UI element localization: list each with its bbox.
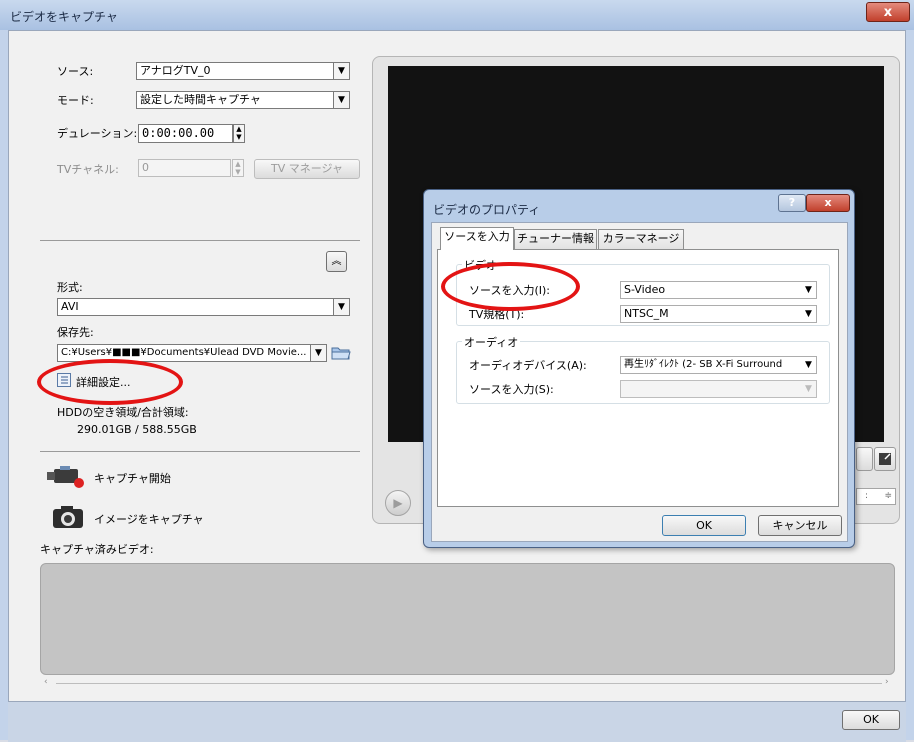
format-select[interactable]: AVI ▼ [57, 298, 350, 316]
dialog-ok-button[interactable]: OK [662, 515, 746, 536]
hdd-value: 290.01GB / 588.55GB [77, 423, 197, 436]
highlight-ellipse [37, 359, 183, 405]
chevron-down-icon: ▼ [801, 282, 816, 298]
ok-button[interactable]: OK [842, 710, 900, 730]
preview-button[interactable] [856, 447, 873, 471]
play-icon: ▶ [393, 496, 403, 510]
chevron-down-icon: ▼ [333, 299, 349, 315]
audio-device-select[interactable]: 再生ﾘﾀﾞｲﾚｸﾄ (2- SB X-Fi Surround ▼ [620, 356, 817, 374]
captured-video-panel[interactable] [40, 563, 895, 675]
timecode-stepper[interactable]: ≑ [884, 489, 892, 504]
audio-input-label: ソースを入力(S): [469, 383, 554, 396]
horizontal-scrollbar[interactable]: ‹ › [40, 677, 895, 690]
dialog-cancel-button[interactable]: キャンセル [758, 515, 842, 536]
highlight-ellipse [441, 262, 580, 311]
folder-icon[interactable] [331, 344, 351, 360]
tab-tuner-info[interactable]: チューナー情報 [514, 229, 597, 249]
save-to-label: 保存先: [57, 326, 94, 339]
tv-channel-label: TVチャネル: [57, 163, 119, 176]
format-label: 形式: [57, 281, 83, 294]
input-source-value: S-Video [624, 283, 666, 296]
window-border-left [0, 30, 8, 740]
audio-group-label: オーディオ [462, 334, 521, 350]
input-source-select[interactable]: S-Video ▼ [620, 281, 817, 299]
chevron-down-icon: ▼ [801, 306, 816, 322]
tab-input-source[interactable]: ソースを入力 [440, 227, 514, 250]
start-capture-button[interactable]: キャプチャ開始 [94, 470, 171, 486]
mode-value: 設定した時間キャプチャ [140, 93, 261, 106]
video-camera-icon[interactable] [46, 463, 86, 489]
chevron-down-icon: ▼ [310, 345, 326, 361]
tv-standard-select[interactable]: NTSC_M ▼ [620, 305, 817, 323]
duration-stepper[interactable]: ▲ ▼ [233, 124, 245, 143]
audio-input-select[interactable]: ▼ [620, 380, 817, 398]
chevron-down-icon: ▼ [333, 92, 349, 108]
tv-standard-value: NTSC_M [624, 307, 669, 320]
scroll-right-icon[interactable]: › [885, 677, 889, 687]
tv-channel-input[interactable]: 0 [138, 159, 231, 177]
chevron-down-icon: ▼ [801, 357, 816, 373]
title-bar[interactable] [0, 0, 914, 30]
dialog-close-button[interactable]: x [806, 194, 850, 212]
format-value: AVI [61, 300, 79, 313]
footer-bar [8, 702, 906, 742]
window-title: ビデオをキャプチャ [10, 10, 118, 24]
mode-label: モード: [57, 94, 94, 107]
audio-device-label: オーディオデバイス(A): [469, 359, 587, 372]
hdd-label: HDDの空き領域/合計領域: [57, 406, 189, 419]
close-button[interactable]: x [866, 2, 910, 22]
source-label: ソース: [57, 65, 94, 78]
help-button[interactable]: ? [778, 194, 806, 212]
divider [40, 451, 360, 452]
dialog-title: ビデオのプロパティ [433, 203, 541, 217]
mode-select[interactable]: 設定した時間キャプチャ ▼ [136, 91, 350, 109]
source-value: アナログTV_0 [140, 64, 211, 77]
tv-manager-button[interactable]: TV マネージャ [254, 159, 360, 179]
captured-video-label: キャプチャ済みビデオ: [40, 543, 154, 556]
chevron-down-icon: ▼ [801, 381, 816, 397]
collapse-button[interactable]: ︽ [326, 251, 347, 272]
scroll-left-icon[interactable]: ‹ [44, 677, 48, 687]
timecode-separator: : [865, 491, 869, 501]
tab-color-manager[interactable]: カラーマネージャ [598, 229, 684, 263]
capture-image-button[interactable]: イメージをキャプチャ [94, 511, 204, 527]
window-border-right [906, 30, 914, 740]
divider [40, 240, 360, 241]
timecode-field[interactable]: : ≑ [856, 488, 896, 505]
duration-label: デュレーション: [57, 127, 138, 140]
chevron-up-icon: ︽ [331, 256, 342, 267]
tv-channel-stepper[interactable]: ▲ ▼ [232, 159, 244, 177]
camera-icon[interactable] [52, 505, 86, 529]
scroll-track [56, 683, 882, 684]
expand-icon[interactable] [874, 447, 896, 471]
chevron-down-icon: ▼ [333, 63, 349, 79]
source-select[interactable]: アナログTV_0 ▼ [136, 62, 350, 80]
duration-input[interactable]: 0:00:00.00 [138, 124, 233, 143]
save-to-value: C:¥Users¥■■■¥Documents¥Ulead DVD Movie..… [61, 347, 307, 358]
audio-device-value: 再生ﾘﾀﾞｲﾚｸﾄ (2- SB X-Fi Surround [624, 359, 783, 370]
play-button[interactable]: ▶ [385, 490, 411, 516]
